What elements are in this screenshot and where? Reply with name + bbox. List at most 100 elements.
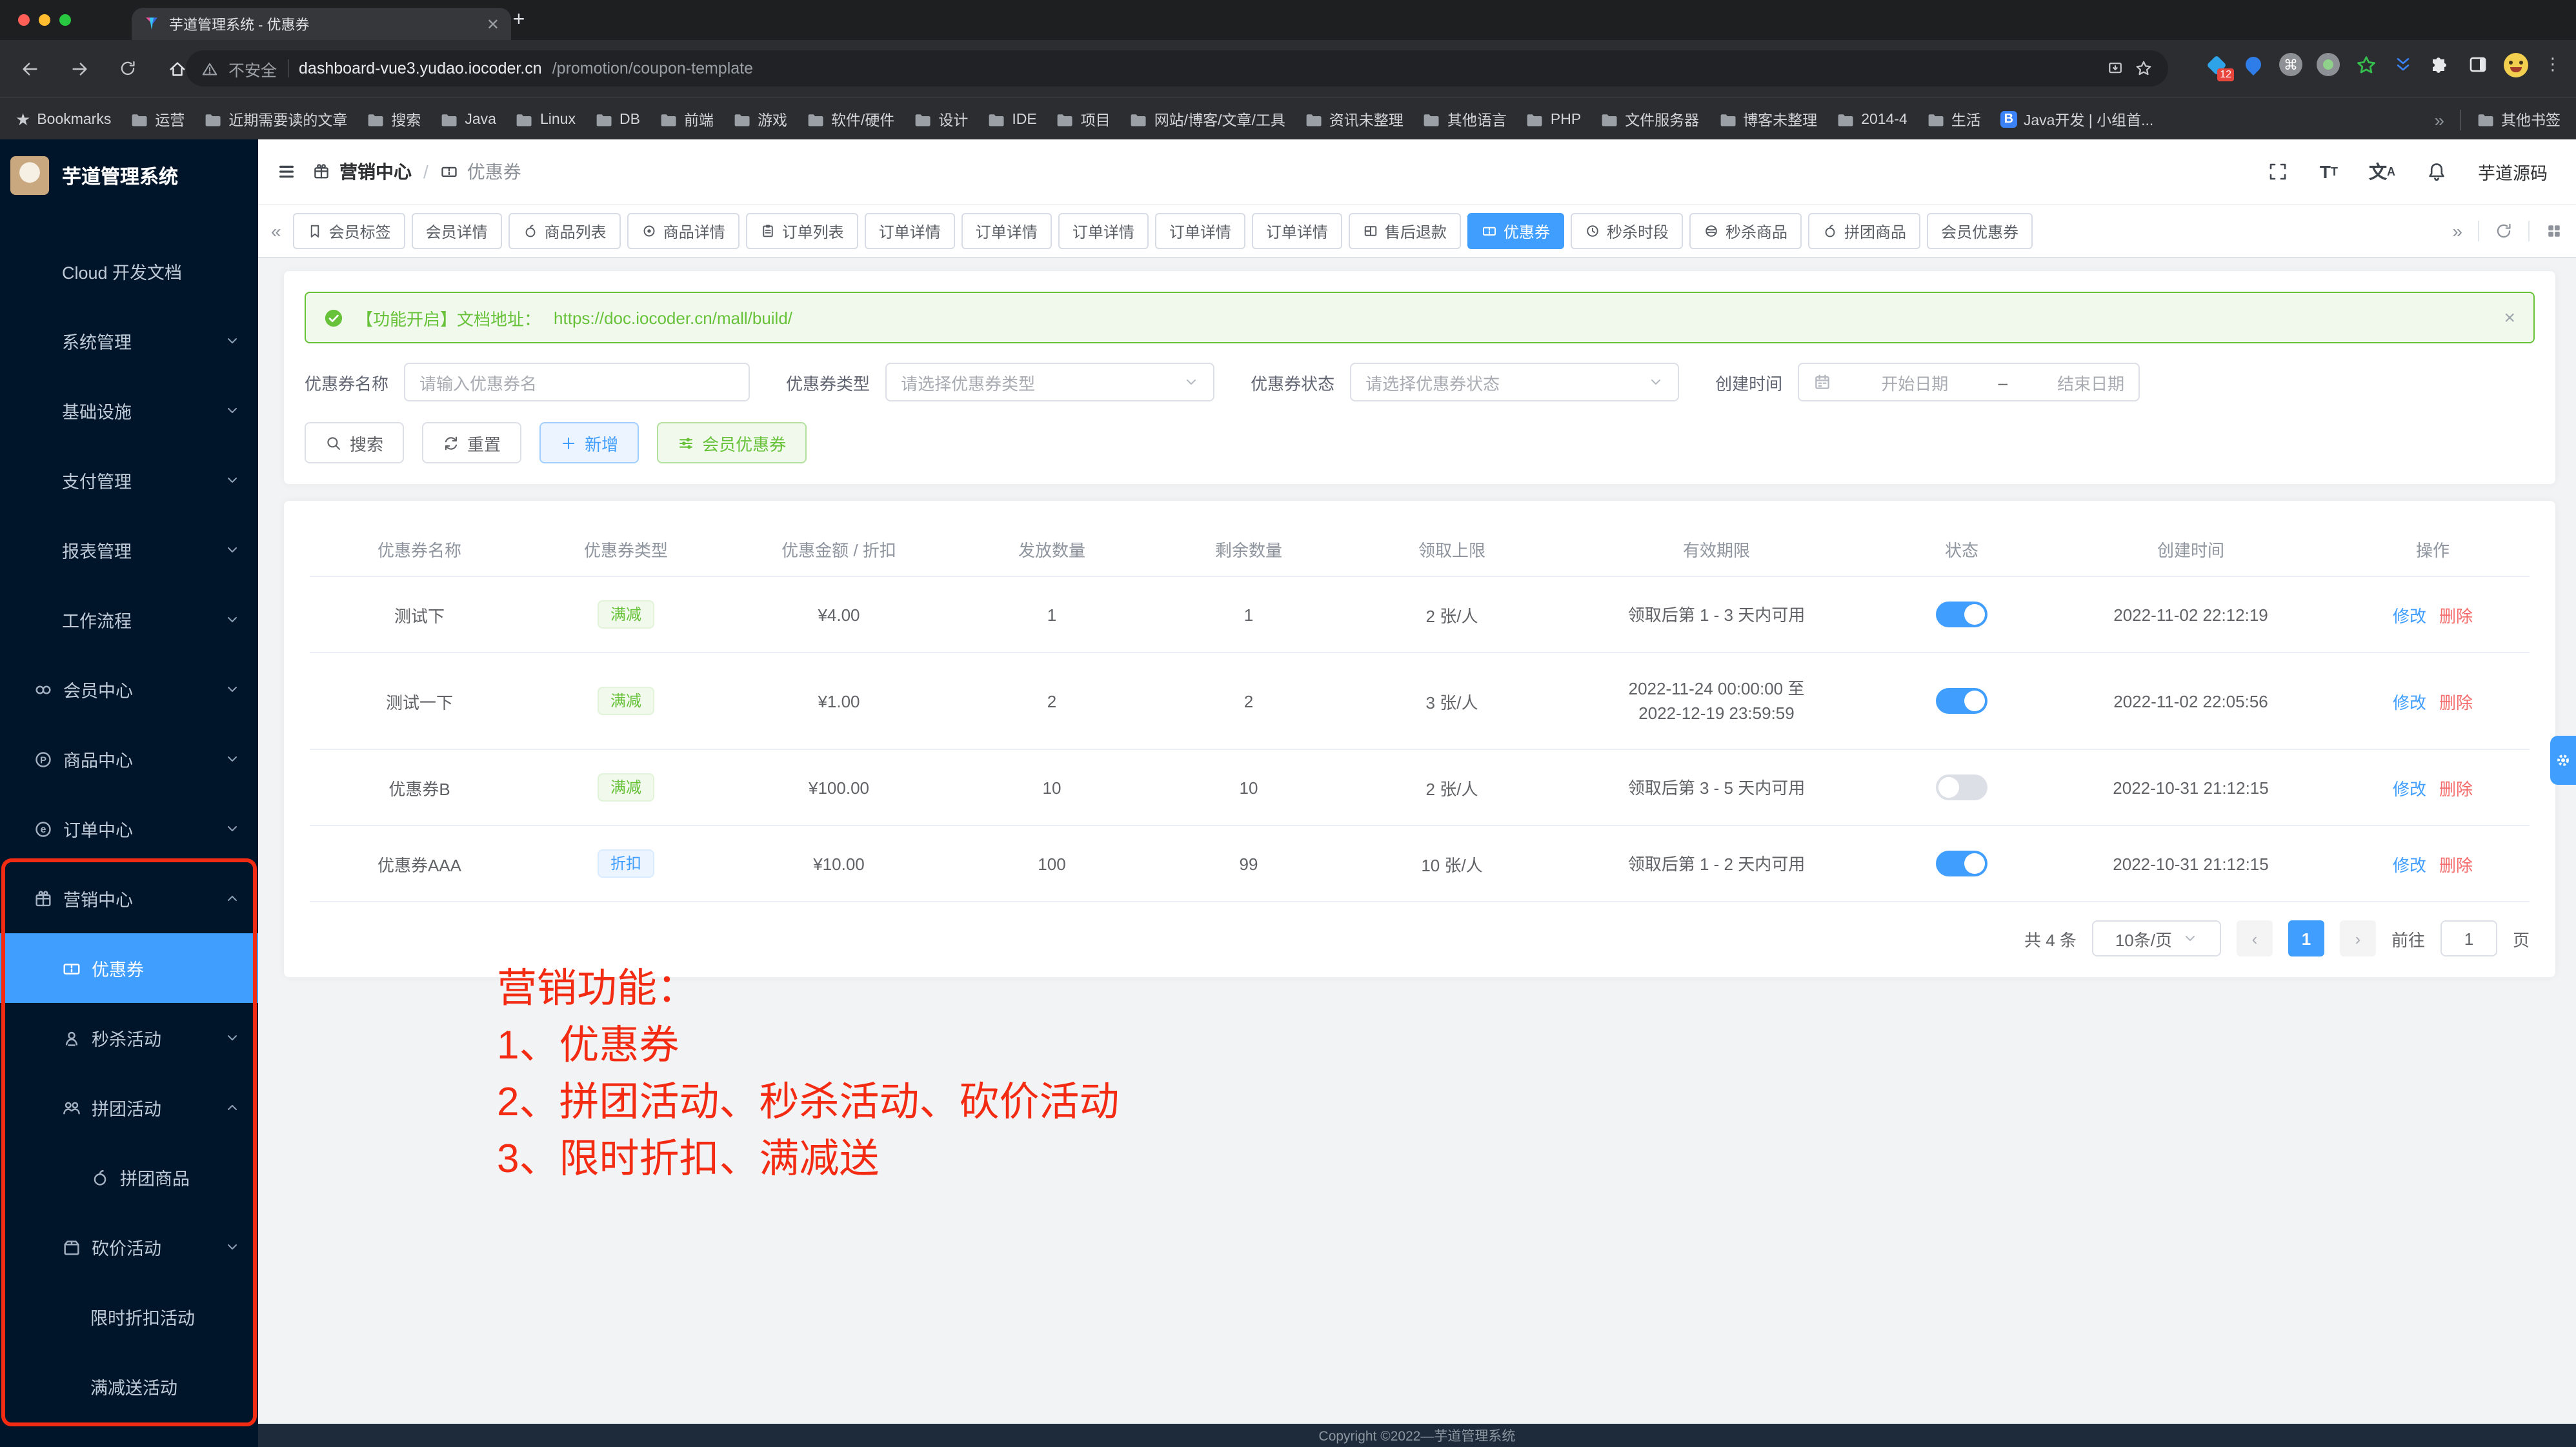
tab-order-detail[interactable]: 订单详情 <box>1155 213 1245 249</box>
sidebar-item-time-discount[interactable]: 限时折扣活动 <box>0 1282 258 1351</box>
username[interactable]: 芋道源码 <box>2478 159 2548 185</box>
extensions-puzzle-icon[interactable] <box>2428 52 2453 77</box>
back-button[interactable] <box>10 49 49 88</box>
bookmark-folder[interactable]: 文件服务器 <box>1600 109 1699 130</box>
status-toggle[interactable] <box>1936 688 1987 714</box>
tab-seckill-time[interactable]: 秒杀时段 <box>1571 213 1683 249</box>
install-icon[interactable] <box>2106 59 2124 77</box>
bookmark-folder[interactable]: 软件/硬件 <box>807 109 894 130</box>
coupon-status-select[interactable]: 请选择优惠券状态 <box>1350 363 1679 401</box>
extension-pinned-icon[interactable]: 12 <box>2203 52 2229 77</box>
bookmark-folder[interactable]: 运营 <box>130 109 185 130</box>
tab-refund[interactable]: 售后退款 <box>1349 213 1461 249</box>
next-page-button[interactable]: › <box>2340 920 2376 956</box>
sidebar-item-system[interactable]: 系统管理 <box>0 306 258 376</box>
app-logo[interactable]: 芋道管理系统 <box>0 139 258 212</box>
bookmark-folder[interactable]: 设计 <box>914 109 968 130</box>
extension-star-icon[interactable] <box>2353 52 2379 77</box>
sidebar-item-cloud-docs[interactable]: Cloud 开发文档 <box>0 236 258 306</box>
page-size-select[interactable]: 10条/页 <box>2092 920 2221 956</box>
member-coupon-button[interactable]: 会员优惠券 <box>657 422 807 463</box>
coupon-type-select[interactable]: 请选择优惠券类型 <box>885 363 1214 401</box>
font-size-icon[interactable]: TT <box>2320 161 2338 182</box>
notice-link[interactable]: https://doc.iocoder.cn/mall/build/ <box>554 308 792 327</box>
status-toggle[interactable] <box>1936 602 1987 627</box>
extension-pin-icon[interactable] <box>2240 52 2266 77</box>
tabs-scroll-right-icon[interactable]: » <box>2452 221 2462 241</box>
bookmarks-root[interactable]: ★Bookmarks <box>15 109 111 130</box>
sidebar-item-payment[interactable]: 支付管理 <box>0 445 258 515</box>
bookmark-folder[interactable]: IDE <box>987 110 1036 128</box>
bookmark-folder[interactable]: 搜索 <box>367 109 421 130</box>
delete-link[interactable]: 删除 <box>2439 855 2473 875</box>
layout-grid-icon[interactable] <box>2545 222 2563 240</box>
refresh-view-icon[interactable] <box>2495 222 2513 240</box>
settings-drawer-button[interactable] <box>2550 736 2576 785</box>
sidebar-item-marketing-center[interactable]: 营销中心 <box>0 864 258 933</box>
search-button[interactable]: 搜索 <box>305 422 404 463</box>
bookmark-folder[interactable]: 游戏 <box>733 109 787 130</box>
tab-order-detail[interactable]: 订单详情 <box>865 213 955 249</box>
bookmark-folder[interactable]: 前端 <box>659 109 714 130</box>
current-page-button[interactable]: 1 <box>2288 920 2324 956</box>
tab-member-detail[interactable]: 会员详情 <box>412 213 502 249</box>
extension-chevrons-icon[interactable] <box>2390 52 2416 77</box>
side-panel-icon[interactable] <box>2465 52 2491 77</box>
bookmark-folder[interactable]: 2014-4 <box>1836 110 1907 128</box>
delete-link[interactable]: 删除 <box>2439 606 2473 625</box>
bookmark-folder[interactable]: 资讯未整理 <box>1305 109 1404 130</box>
edit-link[interactable]: 修改 <box>2393 779 2426 798</box>
bookmark-star-icon[interactable] <box>2135 59 2153 77</box>
sidebar-item-seckill[interactable]: 秒杀活动 <box>0 1003 258 1073</box>
tab-order-detail[interactable]: 订单详情 <box>961 213 1052 249</box>
tab-product-detail[interactable]: 商品详情 <box>627 213 740 249</box>
bookmark-folder[interactable]: Java <box>440 110 496 128</box>
tab-order-detail[interactable]: 订单详情 <box>1252 213 1342 249</box>
sidebar-item-member-center[interactable]: 会员中心 <box>0 654 258 724</box>
close-icon[interactable]: × <box>2504 307 2515 329</box>
tab-order-list[interactable]: 订单列表 <box>746 213 858 249</box>
bookmark-folder[interactable]: 项目 <box>1056 109 1111 130</box>
browser-menu-icon[interactable]: ⋮ <box>2540 52 2566 77</box>
address-bar[interactable]: 不安全 dashboard-vue3.yudao.iocoder.cn/prom… <box>186 50 2168 86</box>
other-bookmarks[interactable]: 其他书签 <box>2477 109 2561 130</box>
edit-link[interactable]: 修改 <box>2393 693 2426 712</box>
add-button[interactable]: 新增 <box>539 422 639 463</box>
bookmark-folder[interactable]: 近期需要读的文章 <box>204 109 347 130</box>
window-minimize-button[interactable] <box>39 14 50 26</box>
sidebar-item-groupon-product[interactable]: 拼团商品 <box>0 1142 258 1212</box>
sidebar-item-bargain[interactable]: 砍价活动 <box>0 1212 258 1282</box>
sidebar-item-report[interactable]: 报表管理 <box>0 515 258 585</box>
tab-coupon-active[interactable]: 优惠券 <box>1467 213 1564 249</box>
bookmark-folder[interactable]: 网站/博客/文章/工具 <box>1130 109 1285 130</box>
tab-product-list[interactable]: 商品列表 <box>508 213 621 249</box>
tab-groupon-product[interactable]: 拼团商品 <box>1808 213 1920 249</box>
new-tab-button[interactable]: + <box>503 5 534 36</box>
prev-page-button[interactable]: ‹ <box>2237 920 2273 956</box>
delete-link[interactable]: 删除 <box>2439 693 2473 712</box>
tab-seckill-product[interactable]: 秒杀商品 <box>1689 213 1802 249</box>
sidebar-item-workflow[interactable]: 工作流程 <box>0 585 258 654</box>
edit-link[interactable]: 修改 <box>2393 606 2426 625</box>
window-close-button[interactable] <box>18 14 30 26</box>
tab-member-coupon[interactable]: 会员优惠券 <box>1927 213 2033 249</box>
sidebar-item-coupon[interactable]: 优惠券 <box>0 933 258 1003</box>
collapse-menu-icon[interactable] <box>276 161 297 182</box>
bookmarks-overflow-icon[interactable]: » <box>2434 109 2444 130</box>
window-zoom-button[interactable] <box>59 14 71 26</box>
reset-button[interactable]: 重置 <box>422 422 521 463</box>
goto-page-input[interactable]: 1 <box>2440 920 2497 956</box>
tab-order-detail[interactable]: 订单详情 <box>1058 213 1149 249</box>
date-range-picker[interactable]: 开始日期 – 结束日期 <box>1798 363 2140 401</box>
bookmark-folder[interactable]: 生活 <box>1927 109 1981 130</box>
reload-button[interactable] <box>108 49 147 88</box>
bell-icon[interactable] <box>2426 161 2447 182</box>
bookmark-folder[interactable]: 其他语言 <box>1423 109 1507 130</box>
bookmark-folder[interactable]: Linux <box>516 110 576 128</box>
profile-avatar[interactable] <box>2502 52 2528 77</box>
extension-cmd-icon[interactable]: ⌘ <box>2278 52 2304 77</box>
sidebar-item-product-center[interactable]: 商品中心 <box>0 724 258 794</box>
browser-tab[interactable]: 芋道管理系统 - 优惠券 ✕ <box>132 8 511 40</box>
bookmark-folder[interactable]: DB <box>595 110 640 128</box>
bookmark-site[interactable]: BJava开发 | 小组首... <box>2000 109 2154 130</box>
